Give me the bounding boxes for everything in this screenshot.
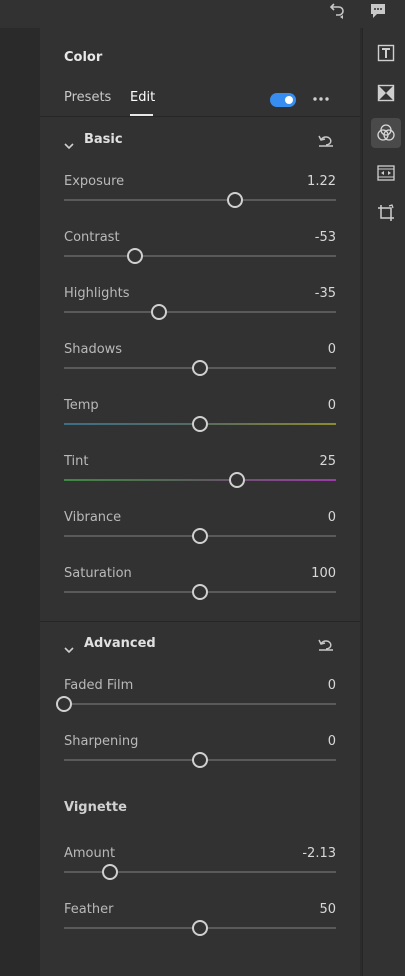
shadows-thumb[interactable] (192, 360, 208, 376)
saturation-label: Saturation (64, 566, 132, 581)
saturation-value[interactable]: 100 (311, 566, 336, 581)
temp-slider[interactable]: Temp 0 (64, 398, 336, 446)
exposure-slider[interactable]: Exposure 1.22 (64, 174, 336, 222)
shadows-label: Shadows (64, 342, 123, 357)
highlights-slider[interactable]: Highlights -35 (64, 286, 336, 334)
feather-thumb[interactable] (192, 920, 208, 936)
vibrance-slider[interactable]: Vibrance 0 (64, 510, 336, 558)
contrast-track[interactable] (64, 255, 336, 257)
color-tool-icon[interactable] (371, 118, 401, 148)
exposure-thumb[interactable] (227, 192, 244, 208)
temp-thumb[interactable] (192, 416, 208, 432)
contrast-slider[interactable]: Contrast -53 (64, 230, 336, 278)
highlights-value[interactable]: -35 (315, 286, 336, 301)
exposure-track[interactable] (64, 199, 336, 201)
text-tool-icon[interactable] (371, 38, 401, 68)
top-bar (0, 0, 405, 28)
filmstrip-tool-icon[interactable] (371, 158, 401, 188)
sharpening-thumb[interactable] (192, 752, 208, 768)
highlights-track[interactable] (64, 311, 336, 313)
canvas-gutter (0, 28, 40, 976)
reset-icon[interactable] (316, 131, 336, 151)
divider (40, 621, 360, 622)
contrast-label: Contrast (64, 230, 120, 245)
advanced-section-title: Advanced (84, 636, 156, 651)
vibrance-thumb[interactable] (192, 528, 208, 544)
faded-film-value[interactable]: 0 (328, 678, 336, 693)
sharpening-label: Sharpening (64, 734, 139, 749)
feather-value[interactable]: 50 (319, 902, 336, 917)
faded-film-thumb[interactable] (56, 696, 72, 712)
highlights-label: Highlights (64, 286, 130, 301)
basic-section-title: Basic (84, 132, 123, 147)
color-panel: Color Presets Edit Basic Exposure 1.22 Con… (40, 28, 360, 976)
exposure-label: Exposure (64, 174, 125, 189)
amount-label: Amount (64, 846, 116, 861)
vibrance-label: Vibrance (64, 510, 122, 525)
feather-slider[interactable]: Feather 50 (64, 902, 336, 950)
shadows-slider[interactable]: Shadows 0 (64, 342, 336, 390)
shadows-value[interactable]: 0 (328, 342, 336, 357)
mask-tool-icon[interactable] (371, 78, 401, 108)
sharpening-value[interactable]: 0 (328, 734, 336, 749)
panel-enable-toggle[interactable] (270, 93, 296, 107)
contrast-thumb[interactable] (126, 248, 143, 264)
temp-value[interactable]: 0 (328, 398, 336, 413)
highlights-thumb[interactable] (151, 304, 168, 320)
contrast-value[interactable]: -53 (315, 230, 336, 245)
tab-presets[interactable]: Presets (64, 90, 111, 105)
more-icon[interactable] (312, 90, 330, 108)
tint-label: Tint (64, 454, 89, 469)
basic-section-header[interactable]: Basic (64, 131, 336, 151)
feather-label: Feather (64, 902, 114, 917)
vibrance-value[interactable]: 0 (328, 510, 336, 525)
faded-film-label: Faded Film (64, 678, 134, 693)
divider (40, 116, 360, 117)
faded-film-track[interactable] (64, 703, 336, 705)
panel-title: Color (64, 50, 103, 65)
advanced-section-header[interactable]: Advanced (64, 635, 336, 655)
saturation-thumb[interactable] (192, 584, 208, 600)
toggle-knob (285, 96, 293, 104)
tab-edit[interactable]: Edit (130, 90, 155, 105)
tint-slider[interactable]: Tint 25 (64, 454, 336, 502)
tint-track[interactable] (64, 479, 336, 481)
temp-label: Temp (64, 398, 99, 413)
comment-icon[interactable] (367, 0, 389, 22)
sharpening-slider[interactable]: Sharpening 0 (64, 734, 336, 782)
tint-value[interactable]: 25 (319, 454, 336, 469)
tint-thumb[interactable] (228, 472, 245, 488)
chevron-down-icon (64, 135, 74, 154)
vignette-heading: Vignette (64, 800, 127, 815)
exposure-value[interactable]: 1.22 (307, 174, 336, 189)
amount-thumb[interactable] (102, 864, 119, 880)
amount-value[interactable]: -2.13 (302, 846, 336, 861)
chevron-down-icon (64, 639, 74, 658)
amount-slider[interactable]: Amount -2.13 (64, 846, 336, 894)
tools-toolbar (362, 28, 405, 976)
crop-tool-icon[interactable] (371, 198, 401, 228)
reset-icon[interactable] (316, 635, 336, 655)
undo-icon[interactable] (326, 0, 348, 22)
faded-film-slider[interactable]: Faded Film 0 (56, 678, 336, 726)
saturation-slider[interactable]: Saturation 100 (64, 566, 336, 614)
